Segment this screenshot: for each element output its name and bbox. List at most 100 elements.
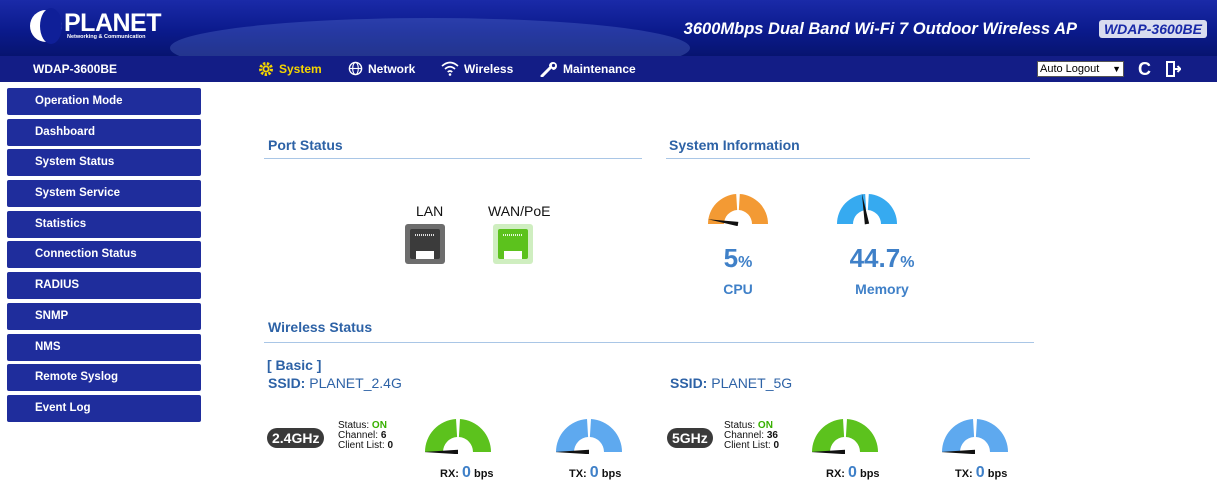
nav-maintenance-label: Maintenance: [563, 62, 636, 76]
sidebar-item-nms[interactable]: NMS: [7, 333, 201, 361]
gauge-arc: [738, 194, 768, 224]
memory-label: Memory: [855, 281, 909, 297]
tx-rate-2g-value: 0: [589, 464, 599, 481]
rx-rate-2g-value: 0: [462, 464, 471, 481]
tx-rate-2g-label: TX:: [569, 468, 587, 480]
product-title: 3600Mbps Dual Band Wi-Fi 7 Outdoor Wirel…: [683, 20, 1077, 38]
wireless-mode-label: [ Basic ]: [267, 357, 322, 373]
sidebar-item-dashboard[interactable]: Dashboard: [7, 118, 201, 146]
gauge-arc: [845, 419, 878, 452]
tx-rate-2g-unit: bps: [601, 468, 622, 480]
radio-5g-status: Status: ON Channel: 36 Client List: 0: [724, 421, 779, 451]
port-status-divider: [264, 158, 642, 159]
refresh-icon[interactable]: C: [1138, 60, 1151, 78]
tx-rate-5g-value: 0: [975, 464, 985, 481]
sidebar-item-remote-syslog[interactable]: Remote Syslog: [7, 364, 201, 392]
cpu-value-number: 5: [723, 243, 739, 273]
system-info-divider: [666, 158, 1030, 159]
ssid-2g-value: PLANET_2.4G: [309, 375, 402, 391]
cpu-gauge: [708, 194, 768, 226]
sidebar-item-system-service[interactable]: System Service: [7, 180, 201, 208]
wireless-status-divider: [264, 342, 1034, 343]
gauge-arc: [837, 194, 867, 224]
ssid-5g-label: SSID:: [670, 375, 708, 391]
model-badge: WDAP-3600BE: [1098, 20, 1207, 38]
ssid-5g: SSID: PLANET_5G: [670, 375, 792, 391]
gauge-arc: [975, 419, 1008, 452]
radio-5g-client-label: Client List:: [724, 440, 771, 451]
gauge-arc: [458, 419, 491, 452]
sidebar-item-event-log[interactable]: Event Log: [7, 394, 201, 422]
wifi-icon: [441, 61, 459, 76]
sidebar-item-snmp[interactable]: SNMP: [7, 302, 201, 330]
nav-maintenance[interactable]: Maintenance: [540, 61, 636, 77]
header-banner: PLANET Networking & Communication 3600Mb…: [0, 0, 1217, 56]
rx-rate-2g-label: RX:: [440, 468, 459, 480]
system-info-title: System Information: [669, 137, 800, 153]
nav-system-label: System: [279, 62, 322, 76]
sidebar-item-system-status[interactable]: System Status: [7, 149, 201, 177]
auto-logout-value: Auto Logout: [1040, 63, 1100, 75]
wrench-icon: [540, 62, 557, 77]
nav-wireless[interactable]: Wireless: [441, 61, 513, 76]
port-status-title: Port Status: [268, 137, 343, 153]
rx-rate-5g: RX: 0 bps: [826, 464, 880, 482]
gear-icon: [259, 62, 273, 76]
sidebar-item-statistics[interactable]: Statistics: [7, 210, 201, 238]
sidebar-item-operation-mode[interactable]: Operation Mode: [7, 88, 201, 115]
sidebar-item-radius[interactable]: RADIUS: [7, 272, 201, 300]
cpu-value: 5%: [708, 243, 768, 274]
globe-icon: [348, 61, 363, 76]
port-label-wan: WAN/PoE: [488, 203, 551, 219]
sidebar-item-connection-status[interactable]: Connection Status: [7, 241, 201, 269]
ssid-2g: SSID: PLANET_2.4G: [268, 375, 402, 391]
rx-rate-5g-label: RX:: [826, 468, 845, 480]
wan-port-icon: [493, 224, 533, 264]
radio-5g-client-value: 0: [773, 440, 780, 451]
tx-gauge-5g: [942, 419, 1008, 454]
banner-swoosh: [170, 18, 690, 56]
logout-icon[interactable]: [1165, 60, 1181, 78]
logo-subtitle: Networking & Communication: [67, 34, 146, 40]
memory-value: 44.7%: [827, 243, 937, 274]
nav-network-label: Network: [368, 61, 416, 76]
memory-value-unit: %: [900, 254, 915, 271]
port-label-lan: LAN: [416, 203, 444, 219]
memory-gauge: [837, 193, 897, 225]
cpu-label: CPU: [723, 281, 753, 297]
rx-gauge-2g: [425, 419, 491, 454]
gauge-arc: [942, 419, 975, 452]
device-name: WDAP-3600BE: [33, 62, 118, 76]
nav-wireless-label: Wireless: [464, 61, 514, 76]
tx-gauge-2g: [556, 419, 622, 454]
gauge-arc: [556, 419, 589, 452]
memory-value-number: 44.7: [849, 243, 901, 273]
rx-rate-5g-value: 0: [848, 464, 857, 481]
radio-2g-client-value: 0: [387, 440, 394, 451]
rx-rate-2g-unit: bps: [473, 468, 494, 480]
gauge-arc: [708, 194, 738, 224]
tx-rate-5g-label: TX:: [955, 468, 973, 480]
sidebar-menu: Operation Mode Dashboard System Status S…: [7, 88, 201, 426]
nav-network[interactable]: Network: [348, 61, 415, 76]
radio-2g-status: Status: ON Channel: 6 Client List: 0: [338, 421, 393, 451]
gauge-arc: [589, 419, 622, 452]
ssid-5g-value: PLANET_5G: [711, 375, 793, 391]
band-badge-2g: 2.4GHz: [267, 428, 325, 448]
auto-logout-select[interactable]: Auto Logout ▼: [1037, 61, 1124, 77]
rx-rate-5g-unit: bps: [859, 468, 880, 480]
tx-rate-2g: TX: 0 bps: [569, 464, 621, 482]
gauge-arc: [867, 194, 897, 224]
chevron-down-icon: ▼: [1112, 64, 1121, 74]
gauge-arc: [425, 419, 458, 452]
rx-rate-2g: RX: 0 bps: [440, 464, 494, 482]
lan-port-icon: [405, 224, 445, 264]
wireless-status-title: Wireless Status: [268, 319, 373, 335]
planet-logo: PLANET Networking & Communication: [30, 8, 162, 45]
tx-rate-5g-unit: bps: [987, 468, 1008, 480]
band-badge-5g: 5GHz: [667, 428, 713, 448]
radio-2g-client-label: Client List:: [338, 440, 385, 451]
nav-system[interactable]: System: [258, 61, 322, 77]
ssid-2g-label: SSID:: [268, 375, 306, 391]
logo-globe-icon: [30, 8, 62, 44]
